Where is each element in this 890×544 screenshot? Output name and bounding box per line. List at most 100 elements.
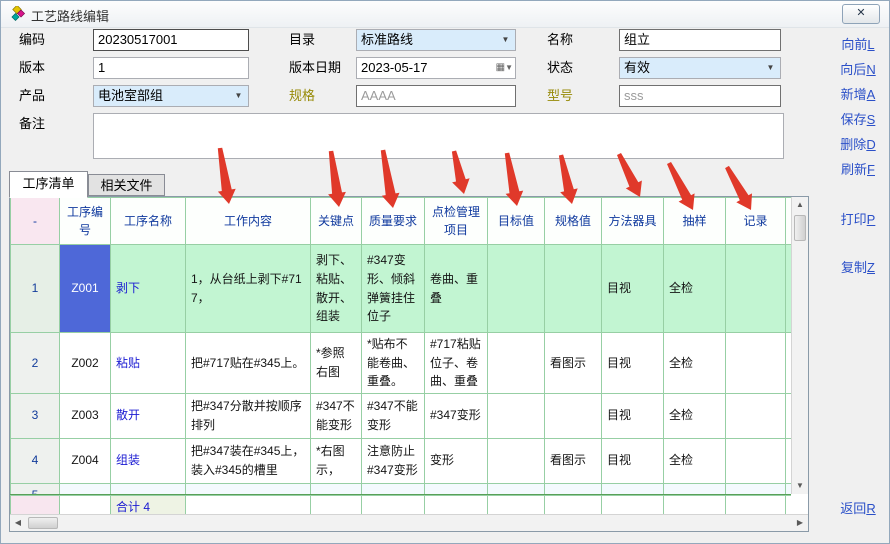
cell-no[interactable]: 4 (11, 438, 60, 483)
cell-method[interactable]: 目视 (602, 438, 664, 483)
vertical-scroll-thumb[interactable] (794, 215, 806, 241)
col-header-target-value[interactable]: 目标值 (488, 198, 545, 245)
col-header-sampling[interactable]: 抽样 (664, 198, 726, 245)
chevron-down-icon[interactable]: ▼ (505, 63, 513, 72)
cell-key_point[interactable]: #347不能变形 (311, 393, 362, 438)
cell-content[interactable]: 把#717贴在#345上。 (186, 333, 311, 394)
cell-sampling[interactable]: 全检 (664, 393, 726, 438)
cell-sampling[interactable]: 全检 (664, 438, 726, 483)
cell-record[interactable] (726, 333, 786, 394)
cell-quality[interactable]: #347变形、倾斜弹簧挂住位子 (362, 245, 425, 333)
cell-code[interactable]: Z003 (60, 393, 111, 438)
cell-content[interactable]: 1，从台纸上剥下#717， (186, 245, 311, 333)
horizontal-scrollbar[interactable]: ◀ ▶ (10, 514, 808, 531)
cell-check_items[interactable]: #347变形 (425, 393, 488, 438)
code-input[interactable]: 20230517001 (93, 29, 249, 51)
spec-input[interactable]: AAAA (356, 85, 516, 107)
delete-button[interactable]: 删除D (829, 134, 887, 153)
col-header-record[interactable]: 记录 (726, 198, 786, 245)
cell-no[interactable]: 5 (11, 483, 60, 494)
col-header-method-tool[interactable]: 方法器具 (602, 198, 664, 245)
cell-spec[interactable]: 看图示 (545, 438, 602, 483)
scroll-right-icon[interactable]: ▶ (792, 515, 808, 531)
cell-key_point[interactable] (311, 483, 362, 494)
cell-quality[interactable]: 注意防止#347变形 (362, 438, 425, 483)
cell-key_point[interactable]: *参照右图 (311, 333, 362, 394)
scroll-left-icon[interactable]: ◀ (10, 515, 26, 531)
cell-check_items[interactable]: 卷曲、重叠 (425, 245, 488, 333)
prev-button[interactable]: 向前L (829, 34, 887, 53)
col-header-work-content[interactable]: 工作内容 (186, 198, 311, 245)
cell-code[interactable]: Z004 (60, 438, 111, 483)
cell-key_point[interactable]: 剥下、粘贴、散开、组装 (311, 245, 362, 333)
vertical-scrollbar[interactable]: ▲ ▼ (791, 197, 808, 494)
calendar-icon[interactable]: ▦ (496, 62, 505, 73)
cell-target[interactable] (488, 333, 545, 394)
cell-record[interactable] (726, 245, 786, 333)
cell-name[interactable]: 散开 (111, 393, 186, 438)
refresh-button[interactable]: 刷新F (829, 159, 887, 178)
scroll-down-icon[interactable]: ▼ (792, 478, 808, 494)
tab-process-list[interactable]: 工序清单 (9, 171, 88, 198)
cell-no[interactable]: 2 (11, 333, 60, 394)
col-header-process-code[interactable]: 工序编号 (60, 198, 111, 245)
status-combobox[interactable]: 有效 ▼ (619, 57, 781, 79)
version-date-picker[interactable]: 2023-05-17 ▦▼ (356, 57, 516, 79)
cell-method[interactable]: 目视 (602, 245, 664, 333)
cell-check_items[interactable]: 变形 (425, 438, 488, 483)
cell-check_items[interactable]: #717粘贴位子、卷曲、重叠 (425, 333, 488, 394)
cell-code[interactable]: Z002 (60, 333, 111, 394)
cell-no[interactable]: 1 (11, 245, 60, 333)
cell-record[interactable] (726, 438, 786, 483)
col-header-key-point[interactable]: 关键点 (311, 198, 362, 245)
close-button[interactable]: ✕ (842, 4, 880, 24)
cell-no[interactable]: 3 (11, 393, 60, 438)
col-header-spec-value[interactable]: 规格值 (545, 198, 602, 245)
catalog-combobox[interactable]: 标准路线 ▼ (356, 29, 516, 51)
cell-name[interactable]: 粘贴 (111, 333, 186, 394)
print-button[interactable]: 打印P (829, 209, 887, 228)
cell-method[interactable]: 目视 (602, 333, 664, 394)
cell-content[interactable] (186, 483, 311, 494)
cell-sampling[interactable]: 全检 (664, 333, 726, 394)
cell-spec[interactable] (545, 483, 602, 494)
cell-check_items[interactable] (425, 483, 488, 494)
cell-code[interactable]: Z001 (60, 245, 111, 333)
cell-target[interactable] (488, 393, 545, 438)
cell-target[interactable] (488, 483, 545, 494)
chevron-down-icon[interactable]: ▼ (498, 30, 513, 50)
cell-content[interactable]: 把#347装在#345上，装入#345的槽里 (186, 438, 311, 483)
next-button[interactable]: 向后N (829, 59, 887, 78)
cell-target[interactable] (488, 245, 545, 333)
tab-related-files[interactable]: 相关文件 (88, 174, 165, 196)
save-button[interactable]: 保存S (829, 109, 887, 128)
chevron-down-icon[interactable]: ▼ (231, 86, 246, 106)
model-input[interactable]: sss (619, 85, 781, 107)
return-button[interactable]: 返回R (829, 498, 887, 517)
add-button[interactable]: 新增A (829, 84, 887, 103)
remark-textarea[interactable] (93, 113, 784, 159)
copy-button[interactable]: 复制Z (829, 257, 887, 276)
cell-quality[interactable] (362, 483, 425, 494)
cell-record[interactable] (726, 483, 786, 494)
cell-method[interactable]: 目视 (602, 393, 664, 438)
col-header-quality-requirement[interactable]: 质量要求 (362, 198, 425, 245)
cell-method[interactable] (602, 483, 664, 494)
chevron-down-icon[interactable]: ▼ (763, 58, 778, 78)
cell-sampling[interactable] (664, 483, 726, 494)
cell-target[interactable] (488, 438, 545, 483)
product-combobox[interactable]: 电池室部组 ▼ (93, 85, 249, 107)
horizontal-scroll-thumb[interactable] (28, 517, 58, 529)
version-input[interactable]: 1 (93, 57, 249, 79)
cell-sampling[interactable]: 全检 (664, 245, 726, 333)
cell-content[interactable]: 把#347分散并按顺序排列 (186, 393, 311, 438)
cell-name[interactable] (111, 483, 186, 494)
cell-code[interactable] (60, 483, 111, 494)
cell-record[interactable] (726, 393, 786, 438)
cell-spec[interactable] (545, 393, 602, 438)
col-header-process-name[interactable]: 工序名称 (111, 198, 186, 245)
cell-quality[interactable]: #347不能变形 (362, 393, 425, 438)
cell-key_point[interactable]: *右图示， (311, 438, 362, 483)
col-header-index[interactable]: - (11, 198, 60, 245)
cell-name[interactable]: 组装 (111, 438, 186, 483)
